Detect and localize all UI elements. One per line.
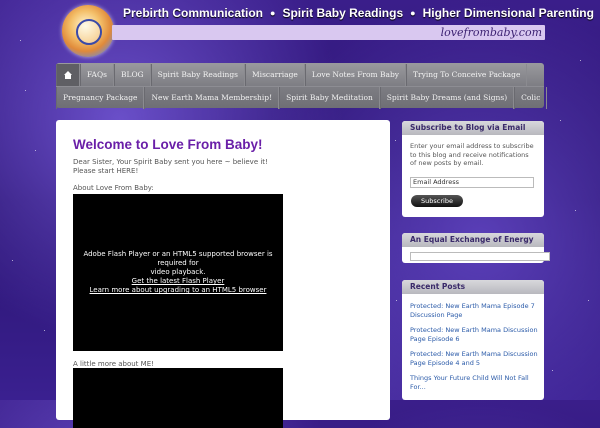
widget-title: An Equal Exchange of Energy xyxy=(402,233,544,247)
nav-new-earth-mama[interactable]: New Earth Mama Membership! xyxy=(144,87,280,109)
separator-dot: ● xyxy=(270,8,276,18)
recent-post-link[interactable]: Protected: New Earth Mama Discussion Pag… xyxy=(410,326,540,343)
intro-line: Please start HERE! xyxy=(73,167,139,175)
widget-title: Subscribe to Blog via Email xyxy=(402,121,544,135)
nav-trying-to-conceive[interactable]: Trying To Conceive Package xyxy=(406,64,528,86)
site-logo[interactable] xyxy=(62,5,114,57)
intro-line: Dear Sister, Your Spirit Baby sent you h… xyxy=(73,158,268,166)
exchange-widget: An Equal Exchange of Energy xyxy=(402,233,550,263)
nav-faqs[interactable]: FAQs xyxy=(80,64,114,86)
recent-post-link[interactable]: Protected: New Earth Mama Episode 7 Disc… xyxy=(410,302,540,319)
more-about-me-label: A little more about ME! xyxy=(73,360,154,368)
nav-pregnancy-package[interactable]: Pregnancy Package xyxy=(56,87,145,109)
exchange-box[interactable] xyxy=(410,252,550,261)
video-player[interactable]: Adobe Flash Player or an HTML5 supported… xyxy=(73,194,283,351)
recent-post-link[interactable]: Things Your Future Child Will Not Fall F… xyxy=(410,374,540,391)
separator-dot: ● xyxy=(410,8,416,18)
spiral-icon xyxy=(76,19,102,45)
about-label: About Love From Baby: xyxy=(73,184,154,192)
email-field[interactable]: Email Address xyxy=(410,177,534,188)
widget-title: Recent Posts xyxy=(402,280,544,294)
recent-posts-widget: Recent Posts Protected: New Earth Mama E… xyxy=(402,280,544,400)
flash-player-link[interactable]: Get the latest Flash Player xyxy=(73,277,283,286)
subscribe-button[interactable]: Subscribe xyxy=(411,195,463,207)
page-title: Welcome to Love From Baby! xyxy=(73,137,263,152)
nav-blog[interactable]: BLOG xyxy=(113,64,151,86)
nav-spirit-baby-meditation[interactable]: Spirit Baby Meditation xyxy=(279,87,380,109)
tagline-item: Higher Dimensional Parenting xyxy=(422,6,594,20)
tagline-item: Prebirth Communication xyxy=(123,6,264,20)
video-player-2[interactable] xyxy=(73,368,283,428)
nav-spirit-baby-dreams[interactable]: Spirit Baby Dreams (and Signs) xyxy=(379,87,515,109)
video-message: Adobe Flash Player or an HTML5 supported… xyxy=(83,250,273,267)
header-tagline: Prebirth Communication ● Spirit Baby Readi… xyxy=(123,6,594,20)
main-navigation: FAQs BLOG Spirit Baby Readings Miscarria… xyxy=(56,63,548,109)
nav-spirit-baby-readings[interactable]: Spirit Baby Readings xyxy=(150,64,245,86)
video-message: video playback. xyxy=(150,268,206,276)
home-icon xyxy=(63,71,73,79)
site-url[interactable]: lovefrombaby.com xyxy=(441,26,542,39)
nav-love-notes[interactable]: Love Notes From Baby xyxy=(304,64,407,86)
recent-post-link[interactable]: Protected: New Earth Mama Discussion Pag… xyxy=(410,350,540,367)
html5-upgrade-link[interactable]: Learn more about upgrading to an HTML5 b… xyxy=(73,286,283,295)
main-content: Welcome to Love From Baby! Dear Sister, … xyxy=(56,120,390,428)
nav-colic[interactable]: Colic xyxy=(514,87,548,109)
subscribe-description: Enter your email address to subscribe to… xyxy=(410,142,534,167)
intro-text: Dear Sister, Your Spirit Baby sent you h… xyxy=(73,158,268,176)
tagline-item: Spirit Baby Readings xyxy=(282,6,404,20)
subscribe-widget: Subscribe to Blog via Email Enter your e… xyxy=(402,121,544,217)
nav-home[interactable] xyxy=(56,64,80,86)
nav-miscarriage[interactable]: Miscarriage xyxy=(244,64,305,86)
